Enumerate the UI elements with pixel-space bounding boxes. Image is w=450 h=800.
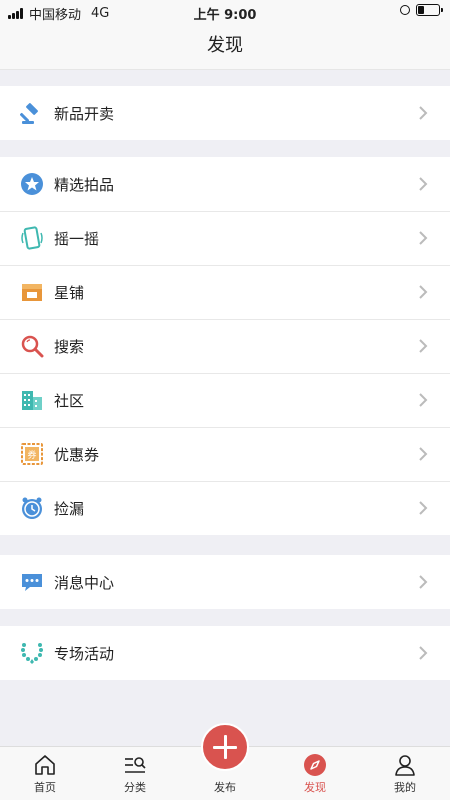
chat-bubble-icon [20,570,44,594]
chevron-right-icon [419,339,428,353]
bead-necklace-icon [20,641,44,665]
row-bargain[interactable]: 捡漏 [0,481,450,535]
chevron-right-icon [419,285,428,299]
tab-label: 发布 [214,781,236,794]
row-label: 专场活动 [54,644,115,663]
row-label: 捡漏 [54,499,85,518]
shake-phone-icon [20,226,44,250]
row-label: 精选拍品 [54,175,115,194]
group-discover: 精选拍品 摇一摇 星铺 搜索 社区 券 优惠券 捡漏 [0,157,450,535]
status-time: 上午 9:00 [193,8,257,23]
tab-label: 首页 [34,781,56,794]
row-star-shop[interactable]: 星铺 [0,265,450,319]
chevron-right-icon [419,106,428,120]
home-icon [35,755,55,775]
chevron-right-icon [419,447,428,461]
row-featured-lots[interactable]: 精选拍品 [0,157,450,211]
page-title: 发现 [207,35,243,56]
nav-bar: 发现 [0,24,450,70]
tab-home[interactable]: 首页 [0,747,90,800]
row-shake[interactable]: 摇一摇 [0,211,450,265]
row-label: 社区 [54,391,85,410]
chevron-right-icon [419,575,428,589]
row-message-center[interactable]: 消息中心 [0,555,450,609]
tab-category[interactable]: 分类 [90,747,180,800]
row-label: 新品开卖 [54,104,115,123]
star-badge-icon [20,172,44,196]
chevron-right-icon [419,393,428,407]
group-events: 专场活动 [0,626,450,680]
coupon-icon: 券 [20,442,44,466]
chevron-right-icon [419,231,428,245]
row-coupons[interactable]: 券 优惠券 [0,427,450,481]
chevron-right-icon [419,501,428,515]
tab-label: 发现 [304,781,326,794]
row-label: 星铺 [54,283,85,302]
tab-me[interactable]: 我的 [360,747,450,800]
row-label: 摇一摇 [54,229,100,248]
buildings-icon [20,388,44,412]
user-icon [395,755,415,776]
compass-icon [304,754,326,776]
svg-text:券: 券 [27,449,36,461]
chevron-right-icon [419,177,428,191]
row-new-items[interactable]: 新品开卖 [0,86,450,140]
row-label: 优惠券 [54,445,100,464]
tab-label: 分类 [124,781,146,794]
alarm-clock-icon [20,496,44,520]
group-new-items: 新品开卖 [0,86,450,140]
category-search-icon [125,757,146,773]
tab-discover[interactable]: 发现 [270,747,360,800]
tab-bar: 首页 分类 发布 发现 我的 [0,723,450,800]
shop-icon [20,280,44,304]
row-label: 消息中心 [54,573,115,592]
orientation-lock-icon [400,5,410,15]
publish-button[interactable] [201,723,249,771]
row-special-events[interactable]: 专场活动 [0,626,450,680]
row-search[interactable]: 搜索 [0,319,450,373]
tab-label: 我的 [394,781,416,794]
row-label: 搜索 [54,337,85,356]
gavel-icon [20,101,44,125]
group-messages: 消息中心 [0,555,450,609]
search-icon [20,334,44,358]
status-right [400,4,443,16]
row-community[interactable]: 社区 [0,373,450,427]
chevron-right-icon [419,646,428,660]
battery-icon [416,4,443,16]
status-bar: 中国移动 4G 上午 9:00 [0,0,450,24]
